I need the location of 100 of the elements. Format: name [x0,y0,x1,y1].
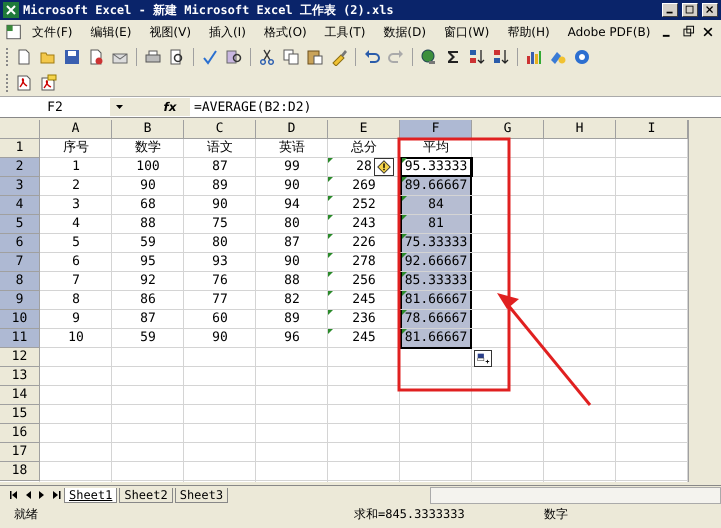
row-header[interactable]: 4 [0,196,40,215]
row-header[interactable]: 5 [0,215,40,234]
table-cell: 89 [212,178,228,193]
autofill-options-icon[interactable] [474,350,492,367]
sheet-tab[interactable]: Sheet1 [64,488,118,502]
sheet-tab[interactable]: Sheet3 [174,488,228,502]
row-header[interactable]: 11 [0,329,40,348]
table-cell: 99 [284,159,300,174]
row-header[interactable]: 3 [0,177,40,196]
row-header[interactable]: 2 [0,158,40,177]
status-text: 就绪 [14,506,39,522]
column-header[interactable]: A [40,120,112,139]
row-header[interactable]: 8 [0,272,40,291]
menu-item[interactable]: 窗口(W) [435,22,498,42]
row-header[interactable]: 10 [0,310,40,329]
table-cell: 87 [284,235,300,250]
table-cell: 90 [284,178,300,193]
function-button[interactable]: fx [150,98,190,116]
row-header[interactable]: 6 [0,234,40,253]
column-header[interactable]: E [328,120,400,139]
menu-item[interactable]: 格式(O) [254,22,316,42]
table-cell: 90 [140,178,156,193]
pdf-icon[interactable] [15,74,33,92]
cut-icon[interactable] [258,48,276,66]
menu-item[interactable]: 工具(T) [316,22,374,42]
menu-item[interactable]: 文件(F) [23,22,82,42]
pdfcomment-icon[interactable] [39,74,57,92]
table-cell: 77 [212,292,228,307]
table-cell: 75.33333 [400,234,472,252]
row-header[interactable]: 1 [0,139,40,158]
table-cell: 80 [284,216,300,231]
table-cell: 7 [72,273,80,288]
chart-icon[interactable] [525,48,543,66]
column-header[interactable]: B [112,120,184,139]
column-header[interactable]: H [544,120,616,139]
close-button[interactable] [702,3,718,17]
workbook-icon[interactable] [4,23,24,41]
column-title: 语文 [207,140,233,155]
sheet-nav-icon[interactable] [8,489,20,501]
table-cell: 59 [140,330,156,345]
table-cell: 2 [72,178,80,193]
table-cell: 94 [284,197,300,212]
sortdesc-icon[interactable] [492,48,510,66]
row-header[interactable]: 17 [0,443,40,462]
table-cell: 80 [212,235,228,250]
menu-item[interactable]: 视图(V) [140,22,200,42]
table-cell: 88 [140,216,156,231]
column-header[interactable]: D [256,120,328,139]
menu-item[interactable]: 帮助(H) [498,22,559,42]
undo-icon[interactable] [363,48,381,66]
sortasc-icon[interactable] [468,48,486,66]
table-cell: 3 [72,197,80,212]
row-header[interactable]: 13 [0,367,40,386]
table-cell: 75 [212,216,228,231]
menu-item[interactable]: Adobe PDF(B) [558,23,660,41]
table-cell: 81.66667 [400,291,472,309]
brush-icon[interactable] [330,48,348,66]
sheet-nav-icon[interactable] [50,489,62,501]
error-warning-icon[interactable] [374,158,394,176]
row-header[interactable]: 7 [0,253,40,272]
table-cell: 9 [72,311,80,326]
copy-icon[interactable] [282,48,300,66]
minimize-button[interactable] [662,3,678,17]
table-cell: 4 [72,216,80,231]
table-cell: 90 [212,197,228,212]
table-cell: 95 [140,254,156,269]
formula-field[interactable]: =AVERAGE(B2:D2) [190,100,721,114]
menu-item[interactable]: 插入(I) [200,22,255,42]
save-icon[interactable] [63,48,81,66]
row-header[interactable]: 18 [0,462,40,481]
row-header[interactable]: 16 [0,424,40,443]
maximize-button[interactable] [682,3,698,17]
row-header[interactable]: 15 [0,405,40,424]
column-header[interactable]: C [184,120,256,139]
horizontal-scrollbar[interactable] [430,486,721,504]
column-title: 序号 [63,140,89,155]
row-header[interactable]: 9 [0,291,40,310]
table-cell: 90 [212,330,228,345]
paste-icon[interactable] [306,48,324,66]
column-header[interactable]: F [400,120,472,139]
table-cell: 59 [140,235,156,250]
table-cell: 245 [352,292,376,307]
spell-icon[interactable] [201,48,219,66]
table-cell: 243 [352,216,376,231]
menu-item[interactable]: 数据(D) [374,22,436,42]
table-cell: 100 [136,159,160,174]
column-header[interactable]: G [472,120,544,139]
help-icon[interactable] [573,48,591,66]
column-header[interactable]: I [616,120,688,139]
table-cell: 92 [140,273,156,288]
research-icon[interactable] [225,48,243,66]
window-title: Microsoft Excel - 新建 Microsoft Excel 工作表 (2).xls [23,2,395,18]
sheet-tab[interactable]: Sheet2 [119,488,173,502]
row-header[interactable]: 12 [0,348,40,367]
column-title: 总分 [351,140,377,155]
menu-item[interactable]: 编辑(E) [81,22,140,42]
table-cell: 256 [352,273,376,288]
row-header[interactable]: 14 [0,386,40,405]
table-cell: 8 [72,292,80,307]
table-cell: 89 [284,311,300,326]
